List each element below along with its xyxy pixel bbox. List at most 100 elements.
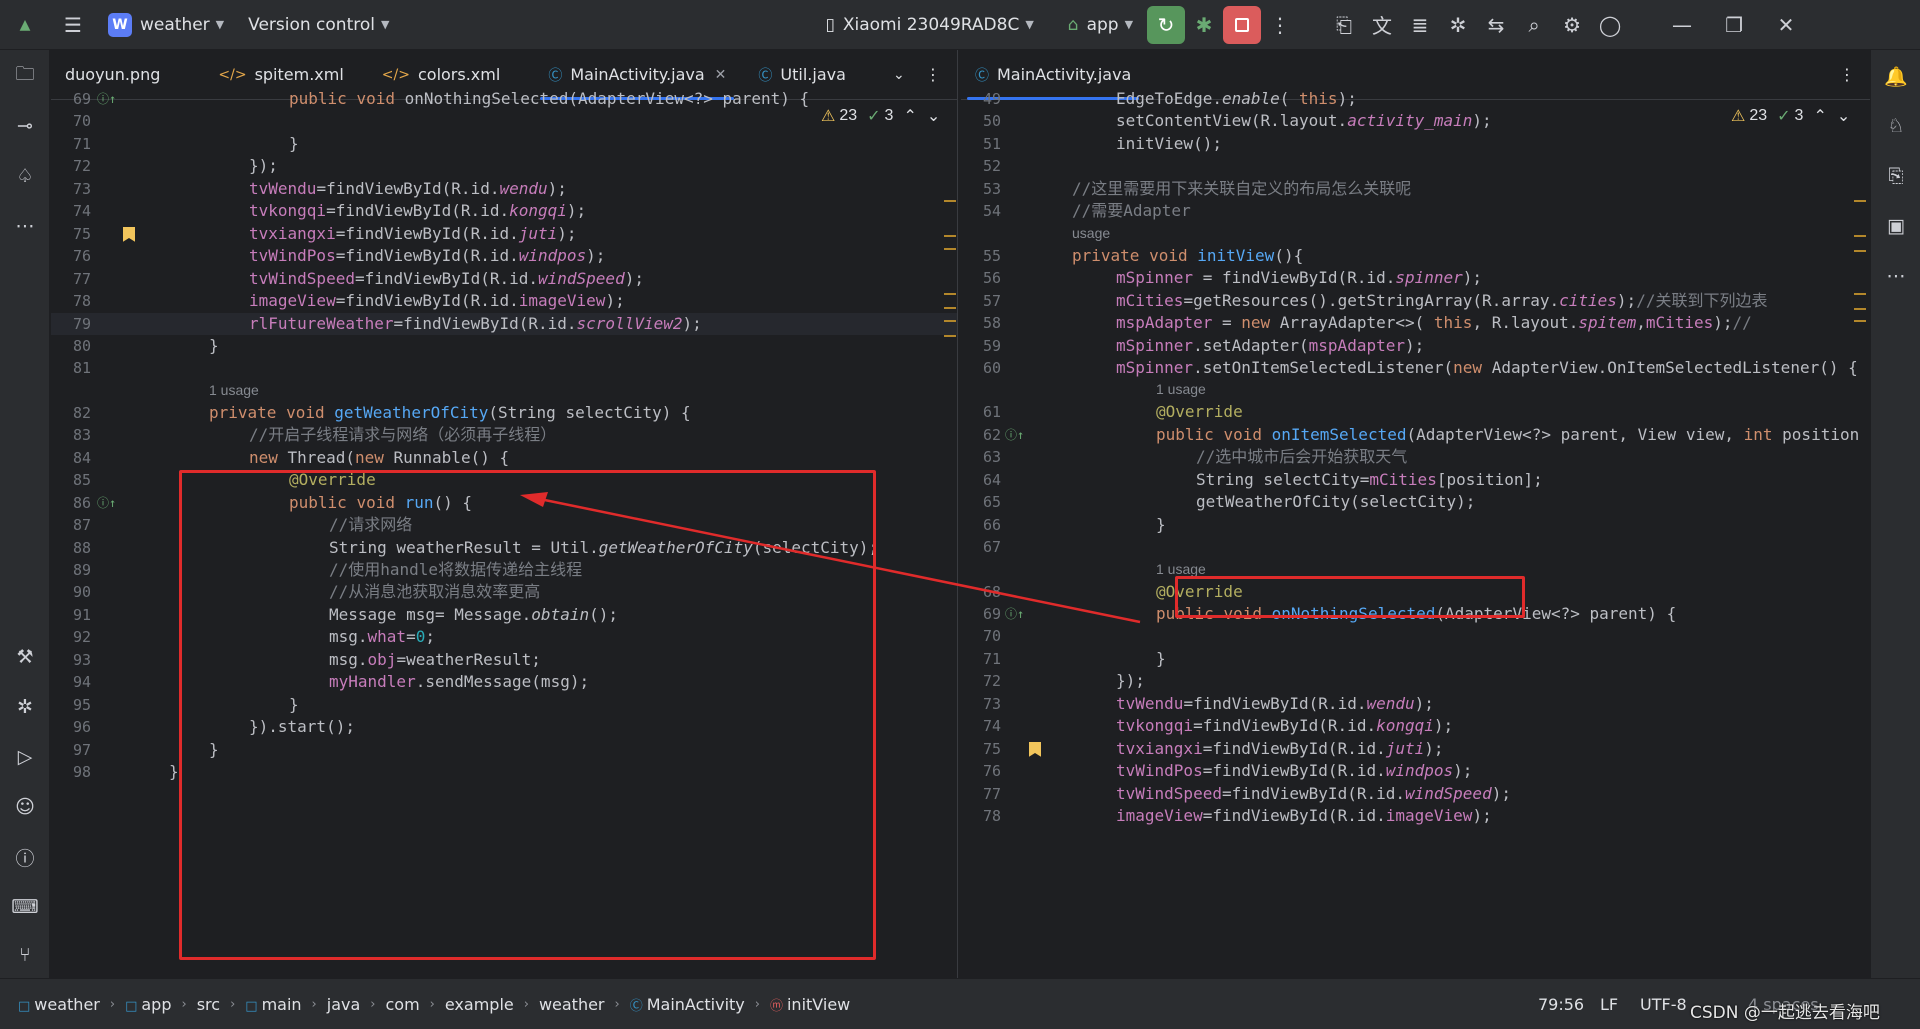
bug-icon[interactable]: ✲ xyxy=(1439,6,1477,44)
scroll-marker[interactable] xyxy=(944,200,956,202)
code-line[interactable]: 81 xyxy=(51,357,957,379)
breadcrumb-item[interactable]: com xyxy=(385,995,419,1014)
gradle-icon[interactable]: ♘ xyxy=(1877,107,1915,145)
device-manager-icon[interactable]: ⎗ xyxy=(1325,6,1363,44)
code-line[interactable]: 70 xyxy=(51,110,957,132)
commit-icon[interactable]: ⊸ xyxy=(6,107,44,145)
bookmark-icon[interactable] xyxy=(1029,741,1041,757)
usage-hint[interactable]: 1 usage xyxy=(209,382,259,398)
debug-icon[interactable]: ✱ xyxy=(1185,6,1223,44)
scroll-marker[interactable] xyxy=(944,307,956,309)
breadcrumb-item[interactable]: ⓜ initView xyxy=(770,995,850,1014)
close-tab-icon[interactable]: ✕ xyxy=(715,67,727,83)
code-line[interactable]: 77 tvWindSpeed=findViewById(R.id.windSpee… xyxy=(51,268,957,290)
scroll-marker[interactable] xyxy=(1854,235,1866,237)
code-line[interactable]: 74 tvkongqi=findViewById(R.id.kongqi); xyxy=(51,200,957,222)
right-code-editor[interactable]: ⚠ 23 ✓ 3 ⌃ ⌄ 49 EdgeToEdge.enable( this); 50… xyxy=(961,89,1870,978)
code-line[interactable]: 73 tvWendu=findViewById(R.id.wendu); xyxy=(51,178,957,200)
code-line[interactable]: 83 //开启子线程请求与网络（必须再子线程） xyxy=(51,424,957,446)
breadcrumb-item[interactable]: java xyxy=(327,995,361,1014)
translate-icon[interactable]: 文 xyxy=(1363,6,1401,44)
vcs-menu[interactable]: Version control ▼ xyxy=(240,8,397,42)
resource-manager-icon[interactable]: ♤ xyxy=(6,157,44,195)
code-line[interactable]: 72}); xyxy=(51,155,957,177)
scroll-marker[interactable] xyxy=(1854,293,1866,295)
usage-hint[interactable]: 1 usage xyxy=(1156,561,1206,577)
code-line[interactable]: 74 tvkongqi=findViewById(R.id.kongqi); xyxy=(961,715,1870,737)
restore-icon[interactable]: ❐ xyxy=(1715,6,1753,44)
code-line[interactable]: 80} xyxy=(51,335,957,357)
override-gutter-icon[interactable]: ⓘ↑ xyxy=(1005,424,1024,446)
code-line[interactable]: 76 tvWindPos=findViewById(R.id.windpos); xyxy=(51,245,957,267)
account-icon[interactable]: ◯ xyxy=(1591,6,1629,44)
minimize-icon[interactable]: — xyxy=(1663,6,1701,44)
usage-hint[interactable]: 1 usage xyxy=(1156,381,1206,397)
code-line[interactable]: 79 rlFutureWeather=findViewById(R.id.scro… xyxy=(51,312,957,335)
code-line[interactable]: 58 mspAdapter = new ArrayAdapter<>( this,… xyxy=(961,312,1870,334)
code-line[interactable]: 49 EdgeToEdge.enable( this); xyxy=(961,88,1870,110)
code-line[interactable]: 73 tvWendu=findViewById(R.id.wendu); xyxy=(961,693,1870,715)
more-vert-icon[interactable]: ⋮ xyxy=(1261,6,1299,44)
code-line[interactable]: 65 getWeatherOfCity(selectCity); xyxy=(961,491,1870,513)
code-line[interactable]: 57 mCities=getResources().getStringArray(… xyxy=(961,290,1870,312)
project-switcher[interactable]: W weather ▼ xyxy=(100,8,232,42)
code-line[interactable]: 78 imageView=findViewById(R.id.imageView)… xyxy=(51,290,957,312)
code-line[interactable]: 84 new Thread(new Runnable() { xyxy=(51,447,957,469)
more-horiz-icon[interactable]: ⋯ xyxy=(1877,257,1915,295)
code-line[interactable]: 66} xyxy=(961,514,1870,536)
code-line[interactable]: 64 String selectCity=mCities[position]; xyxy=(961,469,1870,491)
problems-icon[interactable]: ⓘ xyxy=(6,838,44,876)
build-icon[interactable]: ⚒ xyxy=(6,638,44,676)
breadcrumb-item[interactable]: □ app xyxy=(125,995,171,1014)
search-icon[interactable]: ⌕ xyxy=(1515,6,1553,44)
code-line[interactable]: 75 tvxiangxi=findViewById(R.id.juti); xyxy=(961,738,1870,760)
breadcrumb-item[interactable]: □ main xyxy=(245,995,301,1014)
code-line[interactable]: 78 imageView=findViewById(R.id.imageView)… xyxy=(961,805,1870,827)
usage-hint[interactable]: usage xyxy=(1072,225,1110,241)
code-line[interactable]: 60 mSpinner.setOnItemSelectedListener(new… xyxy=(961,357,1870,379)
scroll-marker[interactable] xyxy=(944,320,956,322)
terminal-icon[interactable]: ⌨ xyxy=(6,888,44,926)
code-line[interactable]: 71} xyxy=(51,133,957,155)
code-line[interactable]: 53 //这里需要用下来关联自定义的布局怎么关联呢 xyxy=(961,178,1870,200)
code-line[interactable]: 82 private void getWeatherOfCity(String s… xyxy=(51,402,957,424)
folder-icon[interactable]: 🗀 xyxy=(6,57,44,95)
file-encoding[interactable]: UTF-8 xyxy=(1640,995,1687,1014)
breadcrumb-item[interactable]: src xyxy=(197,995,220,1014)
breadcrumb-item[interactable]: weather xyxy=(539,995,605,1014)
scroll-marker[interactable] xyxy=(1854,200,1866,202)
code-line[interactable]: 50 setContentView(R.layout.activity_main)… xyxy=(961,110,1870,132)
code-line[interactable]: 59 mSpinner.setAdapter(mspAdapter); xyxy=(961,335,1870,357)
run-icon[interactable]: ▷ xyxy=(6,738,44,776)
main-menu-icon[interactable]: ☰ xyxy=(54,6,92,44)
sync-gradle-icon[interactable]: ⇆ xyxy=(1477,6,1515,44)
breadcrumb-item[interactable]: □ weather xyxy=(18,995,100,1014)
code-line[interactable]: 72}); xyxy=(961,670,1870,692)
code-line[interactable]: 76 tvWindPos=findViewById(R.id.windpos); xyxy=(961,760,1870,782)
breadcrumb-item[interactable]: example xyxy=(445,995,514,1014)
code-line[interactable]: 61 @Override xyxy=(961,401,1870,423)
logcat-icon[interactable]: ≣ xyxy=(1401,6,1439,44)
code-line[interactable]: 67 xyxy=(961,536,1870,558)
scroll-marker[interactable] xyxy=(1854,250,1866,252)
code-line[interactable]: 71} xyxy=(961,648,1870,670)
override-gutter-icon[interactable]: ⓘ↑ xyxy=(1005,603,1024,625)
code-line[interactable]: 63 //选中城市后会开始获取天气 xyxy=(961,446,1870,468)
notifications-icon[interactable]: 🔔 xyxy=(1877,57,1915,95)
run-config-selector[interactable]: ⌂ app ▼ xyxy=(1060,8,1141,42)
scroll-marker[interactable] xyxy=(1854,308,1866,310)
scroll-marker[interactable] xyxy=(944,293,956,295)
override-gutter-icon[interactable]: ⓘ↑ xyxy=(97,492,116,514)
code-line[interactable]: 69 public void onNothingSelected(AdapterV… xyxy=(51,88,957,110)
scroll-marker[interactable] xyxy=(944,335,956,337)
gear-icon[interactable]: ⚙ xyxy=(1553,6,1591,44)
apply-changes-icon[interactable]: ↻ xyxy=(1147,5,1186,44)
scroll-marker[interactable] xyxy=(944,248,956,250)
code-line[interactable]: 77 tvWindSpeed=findViewById(R.id.windSpee… xyxy=(961,783,1870,805)
bookmark-icon[interactable] xyxy=(123,226,135,242)
breadcrumb-item[interactable]: Ⓒ MainActivity xyxy=(630,995,745,1014)
code-line[interactable]: 56 mSpinner = findViewById(R.id.spinner); xyxy=(961,267,1870,289)
code-line[interactable]: 51 initView(); xyxy=(961,133,1870,155)
code-line[interactable]: 75 tvxiangxi=findViewById(R.id.juti); xyxy=(51,223,957,245)
logcat-panel-icon[interactable]: ☺ xyxy=(6,788,44,826)
